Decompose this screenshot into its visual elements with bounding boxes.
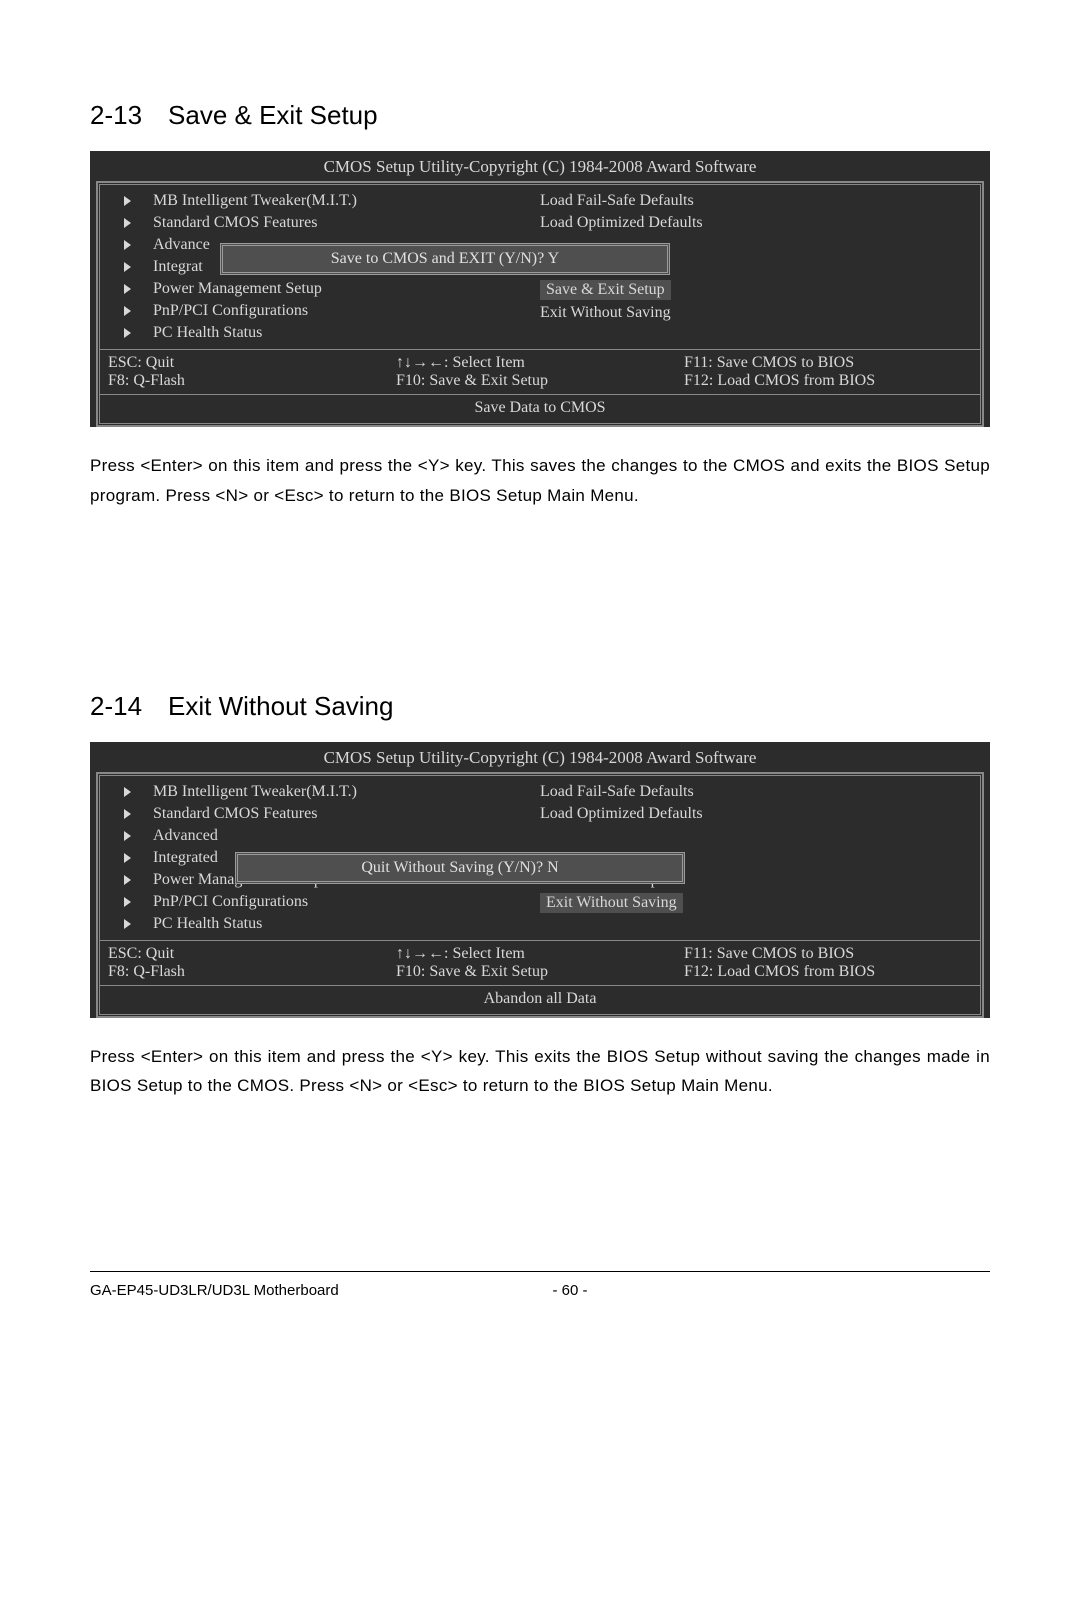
triangle-icon [124, 218, 131, 228]
bios-screenshot-exit-without-saving: CMOS Setup Utility-Copyright (C) 1984-20… [90, 742, 990, 1018]
bios-title: CMOS Setup Utility-Copyright (C) 1984-20… [90, 742, 990, 772]
confirm-popup[interactable]: Quit Without Saving (Y/N)? N [235, 852, 685, 884]
bios-status-line: Abandon all Data [100, 985, 980, 1014]
triangle-icon [124, 306, 131, 316]
menu-item[interactable]: PnP/PCI Configurations [120, 301, 540, 321]
menu-item[interactable]: Load Optimized Defaults [540, 804, 960, 824]
key-hint-f10: F10: Save & Exit Setup [396, 963, 684, 981]
menu-item[interactable]: Standard CMOS Features [120, 804, 540, 824]
key-hint-arrows: ↑↓→←: Select Item [396, 354, 684, 372]
key-hint-f11: F11: Save CMOS to BIOS [684, 945, 972, 963]
menu-item[interactable]: Load Optimized Defaults [540, 213, 960, 233]
bios-screenshot-save-exit: CMOS Setup Utility-Copyright (C) 1984-20… [90, 151, 990, 427]
page-footer: GA-EP45-UD3LR/UD3L Motherboard - 60 - [90, 1271, 990, 1299]
key-hint-esc: ESC: Quit [108, 354, 396, 372]
confirm-popup[interactable]: Save to CMOS and EXIT (Y/N)? Y [220, 243, 670, 275]
key-hint-f12: F12: Load CMOS from BIOS [684, 963, 972, 981]
triangle-icon [124, 328, 131, 338]
key-hint-arrows: ↑↓→←: Select Item [396, 945, 684, 963]
popup-text: Save to CMOS and EXIT (Y/N)? Y [331, 250, 559, 267]
bios-footer-keys: ESC: Quit F8: Q-Flash ↑↓→←: Select Item … [100, 940, 980, 985]
menu-item[interactable]: Load Fail-Safe Defaults [540, 782, 960, 802]
menu-item[interactable]: Standard CMOS Features [120, 213, 540, 233]
menu-item[interactable]: Advanced [120, 826, 540, 846]
menu-item[interactable]: PC Health Status [120, 323, 540, 343]
key-hint-f10: F10: Save & Exit Setup [396, 372, 684, 390]
triangle-icon [124, 196, 131, 206]
triangle-icon [124, 919, 131, 929]
key-hint-esc: ESC: Quit [108, 945, 396, 963]
bios-footer-keys: ESC: Quit F8: Q-Flash ↑↓→←: Select Item … [100, 349, 980, 394]
triangle-icon [124, 809, 131, 819]
triangle-icon [124, 897, 131, 907]
menu-item [540, 826, 960, 846]
key-hint-f12: F12: Load CMOS from BIOS [684, 372, 972, 390]
menu-item[interactable]: PC Health Status [120, 914, 540, 934]
bios-status-line: Save Data to CMOS [100, 394, 980, 423]
menu-item-selected[interactable]: Save & Exit Setup [540, 279, 960, 301]
menu-item[interactable]: Exit Without Saving [540, 303, 960, 323]
key-hint-f8: F8: Q-Flash [108, 372, 396, 390]
key-hint-f11: F11: Save CMOS to BIOS [684, 354, 972, 372]
section-heading-save-exit: 2-13 Save & Exit Setup [90, 100, 990, 131]
popup-text: Quit Without Saving (Y/N)? N [361, 859, 558, 876]
menu-item[interactable]: Power Management Setup [120, 279, 540, 299]
triangle-icon [124, 262, 131, 272]
triangle-icon [124, 831, 131, 841]
instruction-text: Press <Enter> on this item and press the… [90, 451, 990, 511]
triangle-icon [124, 875, 131, 885]
instruction-text: Press <Enter> on this item and press the… [90, 1042, 990, 1102]
triangle-icon [124, 240, 131, 250]
triangle-icon [124, 853, 131, 863]
menu-item[interactable]: PnP/PCI Configurations [120, 892, 540, 912]
footer-page-number: - 60 - [553, 1282, 588, 1299]
menu-item[interactable]: Load Fail-Safe Defaults [540, 191, 960, 211]
menu-item[interactable]: MB Intelligent Tweaker(M.I.T.) [120, 782, 540, 802]
triangle-icon [124, 284, 131, 294]
key-hint-f8: F8: Q-Flash [108, 963, 396, 981]
triangle-icon [124, 787, 131, 797]
footer-model: GA-EP45-UD3LR/UD3L Motherboard [90, 1282, 493, 1299]
bios-title: CMOS Setup Utility-Copyright (C) 1984-20… [90, 151, 990, 181]
menu-item[interactable]: MB Intelligent Tweaker(M.I.T.) [120, 191, 540, 211]
section-heading-exit-without-saving: 2-14 Exit Without Saving [90, 691, 990, 722]
menu-item-selected[interactable]: Exit Without Saving [540, 892, 960, 914]
